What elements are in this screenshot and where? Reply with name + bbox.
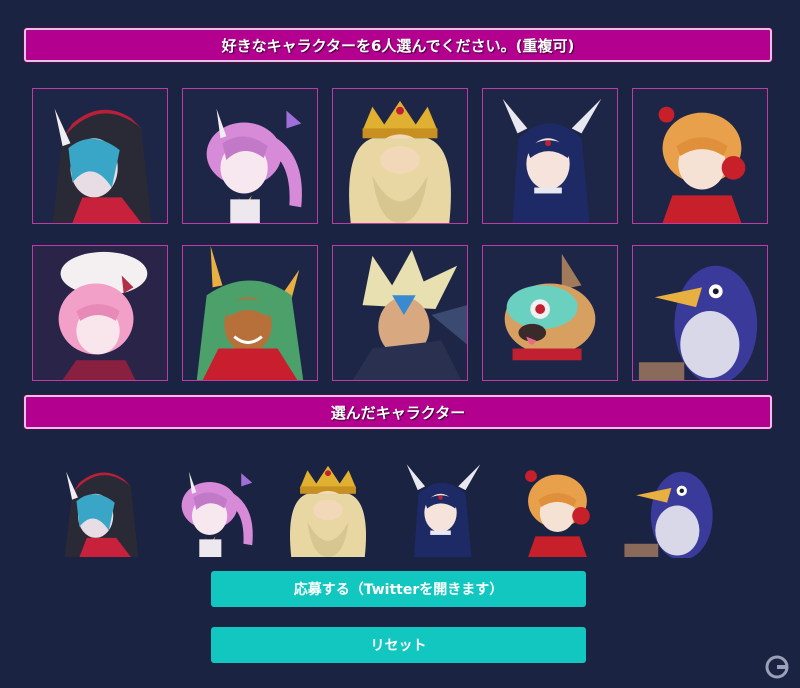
character-tile-bearded-king[interactable] [332, 88, 468, 224]
selected-slot-prinny-penguin[interactable] [620, 456, 720, 558]
orange-haired-headphone-girl-portrait-icon [525, 470, 590, 557]
hooded-horned-girl-portrait-icon [33, 89, 167, 223]
character-tile-orange-haired-headphone-girl[interactable] [632, 88, 768, 224]
prinny-penguin-portrait-icon [624, 471, 713, 558]
character-tile-prinny-penguin[interactable] [632, 245, 768, 381]
instruction-text: 好きなキャラクターを6人選んでください。(重複可) [221, 36, 575, 55]
character-tile-masked-pug-dog[interactable] [482, 245, 618, 381]
hooded-horned-girl-portrait-icon [64, 471, 139, 557]
site-logo-icon [764, 654, 790, 680]
character-tile-pink-haired-hat-girl[interactable] [32, 245, 168, 381]
character-tile-hooded-horned-girl[interactable] [32, 88, 168, 224]
spiky-blonde-warrior-portrait-icon [333, 246, 467, 380]
instruction-banner: 好きなキャラクターを6人選んでください。(重複可) [24, 28, 772, 62]
reset-button[interactable]: リセット [211, 627, 586, 663]
character-tile-dark-haired-winged-woman[interactable] [482, 88, 618, 224]
selected-slot-orange-haired-headphone-girl[interactable] [506, 456, 606, 558]
character-grid [32, 88, 768, 381]
pink-haired-hat-girl-portrait-icon [33, 246, 167, 380]
dark-haired-winged-woman-portrait-icon [483, 89, 617, 223]
green-haired-horned-demon-portrait-icon [183, 246, 317, 380]
selected-characters-banner: 選んだキャラクター [24, 395, 772, 429]
pink-pigtail-girl-portrait-icon [181, 471, 253, 557]
prinny-penguin-portrait-icon [633, 246, 767, 380]
selected-characters-title: 選んだキャラクター [330, 403, 466, 422]
selected-slot-dark-haired-winged-woman[interactable] [392, 456, 492, 558]
bearded-king-portrait-icon [289, 465, 367, 557]
apply-button[interactable]: 応募する（Twitterを開きます） [211, 571, 586, 607]
selected-characters-row [50, 456, 720, 558]
character-tile-spiky-blonde-warrior[interactable] [332, 245, 468, 381]
selected-slot-bearded-king[interactable] [278, 456, 378, 558]
orange-haired-headphone-girl-portrait-icon [633, 89, 767, 223]
masked-pug-dog-portrait-icon [483, 246, 617, 380]
character-tile-green-haired-horned-demon[interactable] [182, 245, 318, 381]
bearded-king-portrait-icon [333, 89, 467, 223]
pink-pigtail-girl-portrait-icon [183, 89, 317, 223]
selected-slot-pink-pigtail-girl[interactable] [164, 456, 264, 558]
character-tile-pink-pigtail-girl[interactable] [182, 88, 318, 224]
dark-haired-winged-woman-portrait-icon [406, 464, 481, 557]
selected-slot-hooded-horned-girl[interactable] [50, 456, 150, 558]
